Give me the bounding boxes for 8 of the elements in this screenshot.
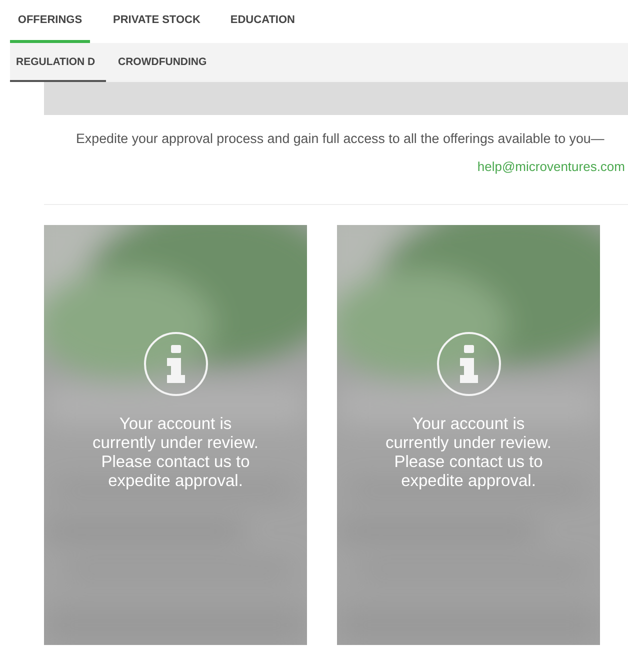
nav-tab[interactable]: EDUCATION [223, 0, 302, 43]
info-icon [436, 331, 502, 397]
review-message: Your account is currently under review. Please contact us to expedite approval. [92, 415, 260, 491]
subtab[interactable]: CROWDFUNDING [111, 43, 214, 82]
review-message: Your account is currently under review. Please contact us to expedite approval. [384, 415, 552, 491]
nav-tab[interactable]: PRIVATE STOCK [106, 0, 208, 43]
info-icon [142, 331, 208, 397]
intro-text: Expedite your approval process and gain full access to all the offerings available to you— [76, 131, 606, 146]
